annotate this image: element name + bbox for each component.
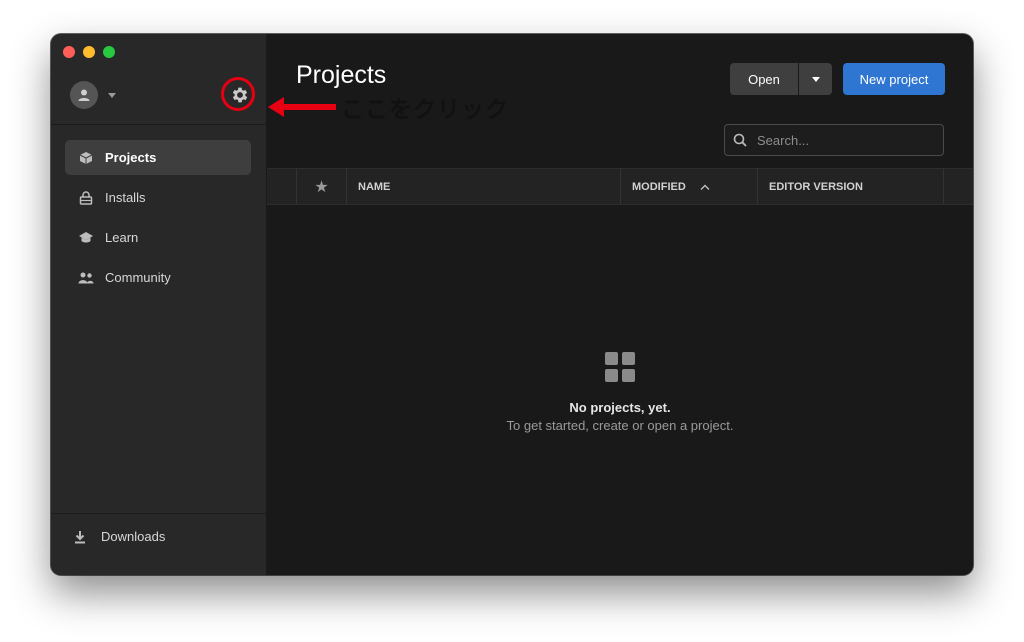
column-label: EDITOR VERSION [769, 180, 863, 193]
open-button[interactable]: Open [730, 63, 798, 95]
new-project-button[interactable]: New project [843, 63, 945, 95]
window-controls [63, 46, 115, 58]
lock-icon [77, 190, 95, 205]
search-icon [733, 133, 747, 147]
chevron-down-icon[interactable] [108, 92, 116, 98]
user-icon [78, 89, 90, 101]
download-icon [71, 530, 89, 544]
sidebar-item-label: Community [105, 270, 171, 285]
cube-icon [77, 151, 95, 165]
search-input[interactable] [755, 131, 929, 149]
editor-version-column-header[interactable]: EDITOR VERSION [758, 169, 944, 204]
account-menu[interactable] [70, 81, 116, 109]
divider [51, 513, 266, 514]
sidebar-item-label: Installs [105, 190, 146, 205]
empty-state-subtitle: To get started, create or open a project… [506, 418, 734, 433]
extra-column-header [944, 169, 973, 204]
sidebar-nav: Projects Installs Learn Community [65, 140, 251, 300]
downloads-button[interactable]: Downloads [71, 529, 165, 544]
downloads-label: Downloads [101, 529, 166, 544]
star-icon: ★ [314, 178, 329, 196]
column-label: MODIFIED [632, 180, 686, 193]
page-title: Projects [296, 61, 387, 89]
close-window-button[interactable] [63, 46, 75, 58]
avatar[interactable] [70, 81, 98, 109]
people-icon [77, 272, 95, 284]
sidebar-item-community[interactable]: Community [65, 260, 251, 295]
name-column-header[interactable]: NAME [347, 169, 621, 204]
open-dropdown-button[interactable] [799, 63, 832, 95]
minimize-window-button[interactable] [83, 46, 95, 58]
grid-icon [605, 352, 635, 382]
sidebar-item-label: Projects [105, 150, 157, 165]
annotation-arrow [268, 97, 336, 117]
favorite-column-header[interactable]: ★ [297, 169, 347, 204]
annotation-circle [221, 77, 255, 111]
graduation-cap-icon [77, 231, 95, 245]
column-label: NAME [358, 180, 391, 193]
zoom-window-button[interactable] [103, 46, 115, 58]
modified-column-header[interactable]: MODIFIED [621, 169, 758, 204]
sidebar-item-label: Learn [105, 230, 139, 245]
select-column-header[interactable] [267, 169, 297, 204]
sort-ascending-icon [700, 184, 710, 190]
annotation-label: ここをクリック [341, 97, 509, 123]
search-box[interactable] [724, 124, 944, 156]
divider [51, 124, 266, 125]
sidebar: Projects Installs Learn Community Downlo… [51, 34, 267, 575]
sidebar-item-projects[interactable]: Projects [65, 140, 251, 175]
sidebar-item-learn[interactable]: Learn [65, 220, 251, 255]
app-window: Projects Installs Learn Community Downlo… [51, 34, 973, 575]
chevron-down-icon [811, 76, 820, 82]
sidebar-item-installs[interactable]: Installs [65, 180, 251, 215]
table-header: ★ NAME MODIFIED EDITOR VERSION [267, 168, 973, 205]
empty-state-title: No projects, yet. [569, 400, 671, 415]
